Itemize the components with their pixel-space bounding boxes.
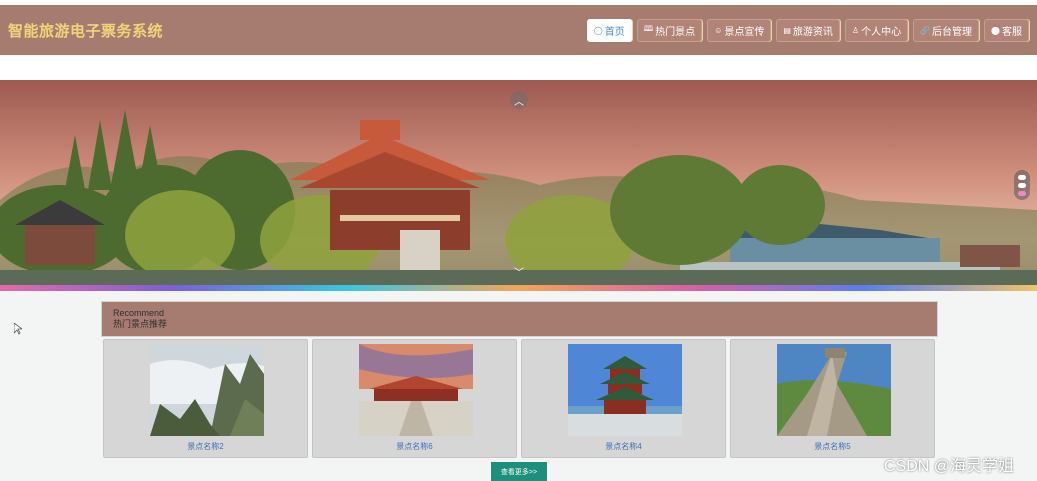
carousel-dot[interactable] — [1018, 182, 1026, 188]
list-icon: ▤ — [783, 25, 791, 35]
home-icon: ◯ — [593, 25, 603, 35]
chat-icon: ⬤ — [991, 25, 1000, 35]
nav-item-label: 旅游资讯 — [792, 26, 833, 38]
carousel-pagination — [1014, 170, 1030, 200]
spot-card[interactable]: 景点名称2 — [103, 339, 308, 458]
recommend-section: Recommend 热门景点推荐 景点名称2 景点名称6 景点名称4 景点名称5… — [0, 291, 1037, 481]
site-title: 智能旅游电子票务系统 — [8, 22, 164, 40]
user-icon: ♙ — [851, 25, 860, 35]
top-navbar: 智能旅游电子票务系统 ◯ 首页 🕮 热门景点 ☺ 景点宣传 ▤ 旅游资讯 ♙ 个… — [0, 5, 1037, 55]
recommend-title-cn: 热门景点推荐 — [113, 319, 168, 329]
view-more-button[interactable]: 查看更多>> — [491, 462, 547, 481]
nav-item-hot-spots[interactable]: 🕮 热门景点 — [636, 18, 703, 42]
spot-image-pagoda[interactable] — [568, 344, 682, 436]
spot-name-link[interactable]: 景点名称2 — [104, 441, 307, 452]
recommend-title-en: Recommend — [113, 308, 165, 318]
nav-item-label: 景点宣传 — [724, 26, 765, 38]
mouse-cursor-icon — [13, 322, 24, 340]
nav-item-label: 后台管理 — [932, 26, 973, 38]
nav-item-home[interactable]: ◯ 首页 — [586, 18, 632, 42]
spot-name-link[interactable]: 景点名称6 — [313, 441, 516, 452]
spot-card[interactable]: 景点名称5 — [730, 339, 935, 458]
spot-card[interactable]: 景点名称4 — [521, 339, 726, 458]
carousel-dot[interactable] — [1018, 174, 1026, 180]
spot-name-link[interactable]: 景点名称4 — [522, 441, 725, 452]
smile-icon: ☺ — [714, 25, 723, 35]
link-icon: 🔗 — [920, 25, 931, 35]
book-icon: 🕮 — [643, 24, 654, 33]
chevron-up-icon[interactable]: ︿ — [510, 91, 528, 109]
nav-item-label: 客服 — [1002, 26, 1022, 38]
spot-card[interactable]: 景点名称6 — [312, 339, 517, 458]
spot-image-great-wall[interactable] — [777, 344, 891, 436]
nav-item-support[interactable]: ⬤ 客服 — [984, 18, 1029, 42]
nav-item-news[interactable]: ▤ 旅游资讯 — [776, 18, 840, 42]
banner-scenery-image — [0, 80, 1037, 291]
nav-item-label: 首页 — [604, 26, 625, 38]
nav-item-profile[interactable]: ♙ 个人中心 — [844, 18, 909, 42]
recommend-header: Recommend 热门景点推荐 — [101, 301, 938, 337]
main-nav: ◯ 首页 🕮 热门景点 ☺ 景点宣传 ▤ 旅游资讯 ♙ 个人中心 🔗 后台管理 — [586, 18, 1029, 42]
spot-image-palace[interactable] — [359, 344, 473, 436]
csdn-watermark: CSDN @海灵学姐 — [884, 458, 1015, 475]
nav-item-label: 热门景点 — [655, 26, 696, 38]
banner-carousel[interactable] — [0, 80, 1037, 291]
spot-name-link[interactable]: 景点名称5 — [731, 441, 934, 452]
spot-image-mountains[interactable] — [150, 344, 264, 436]
nav-item-admin[interactable]: 🔗 后台管理 — [913, 18, 980, 42]
nav-item-label: 个人中心 — [861, 26, 902, 38]
nav-item-promotion[interactable]: ☺ 景点宣传 — [707, 18, 772, 42]
recommend-card-list: 景点名称2 景点名称6 景点名称4 景点名称5 — [103, 339, 935, 458]
app-root: 智能旅游电子票务系统 ◯ 首页 🕮 热门景点 ☺ 景点宣传 ▤ 旅游资讯 ♙ 个… — [0, 0, 1037, 481]
carousel-dot-active[interactable] — [1018, 190, 1026, 196]
chevron-down-icon[interactable]: ﹀ — [510, 262, 528, 280]
